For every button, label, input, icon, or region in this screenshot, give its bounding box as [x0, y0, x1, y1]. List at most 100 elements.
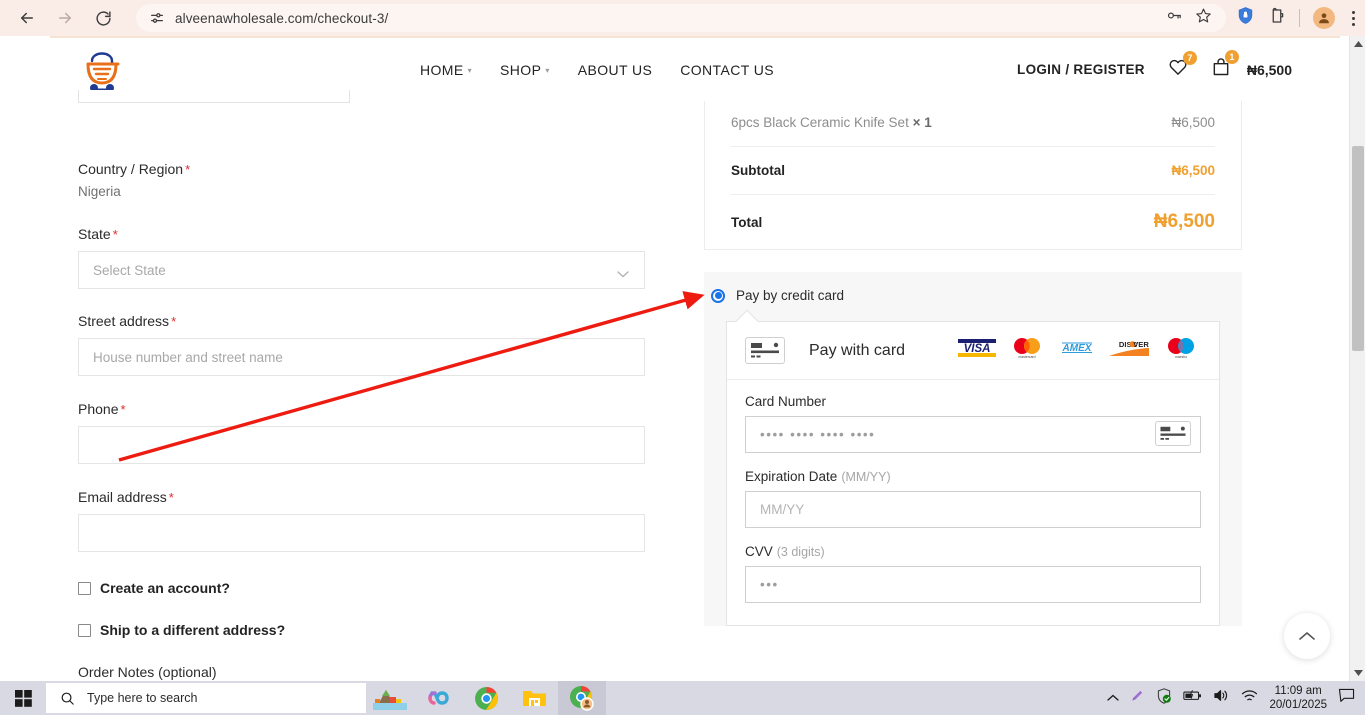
create-account-row[interactable]: Create an account? [78, 580, 645, 596]
order-item-qty: × 1 [912, 115, 932, 130]
scroll-to-top-button[interactable] [1284, 613, 1330, 659]
ship-different-label: Ship to a different address? [100, 622, 286, 638]
extensions-icon[interactable] [1268, 7, 1286, 30]
ship-different-row[interactable]: Ship to a different address? [78, 622, 645, 638]
page-viewport: HOME ▾ SHOP ▾ ABOUT US CONTACT US LOGIN … [0, 36, 1365, 681]
pen-icon[interactable] [1130, 688, 1145, 708]
url-text: alveenawholesale.com/checkout-3/ [175, 10, 389, 26]
forward-button[interactable] [50, 3, 80, 33]
security-shield-icon[interactable] [1156, 687, 1172, 709]
cart-count-badge: 1 [1224, 50, 1239, 64]
notification-center-icon[interactable] [1338, 688, 1355, 708]
svg-text:VISA: VISA [964, 343, 991, 355]
address-bar[interactable]: alveenawholesale.com/checkout-3/ [136, 4, 1226, 32]
scrollbar-up-arrow[interactable] [1350, 36, 1365, 52]
file-explorer-icon[interactable] [510, 681, 558, 715]
weather-widget-icon[interactable] [366, 681, 414, 715]
pay-with-card-title: Pay with card [809, 341, 906, 359]
card-brand-icon [1155, 421, 1191, 446]
pay-by-credit-card-option[interactable]: Pay by credit card [704, 288, 1242, 303]
order-total-row: Total ₦6,500 [731, 195, 1215, 249]
wifi-icon[interactable] [1241, 689, 1258, 708]
create-account-checkbox[interactable] [78, 581, 91, 595]
visa-icon: VISA [957, 336, 997, 365]
nav-item-contact-us[interactable]: CONTACT US [680, 62, 774, 78]
taskbar-search-box[interactable]: Type here to search [46, 683, 366, 713]
required-asterisk: * [120, 402, 126, 417]
email-address-label: Email address * [78, 489, 174, 505]
previous-field-partial[interactable] [78, 90, 350, 103]
cart-button[interactable]: 1 [1211, 50, 1239, 83]
card-number-label: Card Number [745, 394, 827, 409]
card-payment-panel-wrap: Pay with card VISA mastercard AMEX DISC … [726, 309, 1220, 626]
state-select[interactable] [78, 251, 645, 289]
nav-item-about-us[interactable]: ABOUT US [578, 62, 653, 78]
checkout-content: Country / Region * Nigeria State * Selec… [0, 90, 1340, 681]
copilot-icon[interactable] [414, 681, 462, 715]
wishlist-count-badge: 7 [1182, 51, 1197, 65]
card-number-input[interactable] [745, 416, 1201, 453]
svg-text:VER: VER [1133, 340, 1149, 349]
chrome-profile-window-icon[interactable] [558, 681, 606, 715]
taskbar-clock[interactable]: 11:09 am 20/01/2025 [1269, 684, 1327, 713]
nav-label: ABOUT US [577, 61, 653, 78]
scrollbar-thumb[interactable] [1352, 146, 1364, 351]
cvv-label: CVV (3 digits) [745, 544, 825, 559]
street-address-input[interactable] [78, 338, 645, 376]
order-subtotal-row: Subtotal ₦6,500 [731, 147, 1215, 195]
bookmark-star-icon[interactable] [1195, 7, 1212, 29]
payment-methods-section: Pay by credit card Pay with card VISA ma… [704, 272, 1242, 626]
email-input[interactable] [78, 514, 645, 552]
reload-button[interactable] [88, 3, 118, 33]
toolbar-divider [1299, 9, 1300, 27]
back-button[interactable] [12, 3, 42, 33]
shield-extension-icon[interactable] [1236, 6, 1255, 30]
amex-icon: AMEX [1057, 336, 1097, 365]
pay-by-credit-card-label: Pay by credit card [736, 288, 845, 303]
page-scrollbar[interactable] [1349, 36, 1365, 681]
expiration-date-input[interactable] [745, 491, 1201, 528]
nav-item-shop[interactable]: SHOP ▾ [500, 62, 550, 78]
expiration-hint: (MM/YY) [841, 470, 891, 484]
required-asterisk: * [112, 227, 118, 242]
cvv-input[interactable] [745, 566, 1201, 603]
volume-icon[interactable] [1213, 688, 1230, 708]
clock-date: 20/01/2025 [1269, 699, 1327, 711]
scrollbar-down-arrow[interactable] [1350, 665, 1365, 681]
expiration-wrap [745, 491, 1201, 528]
main-navigation: HOME ▾ SHOP ▾ ABOUT US CONTACT US [420, 62, 774, 78]
order-item-name: 6pcs Black Ceramic Knife Set × 1 [731, 115, 932, 130]
state-field-group: State * [78, 226, 645, 289]
passwords-icon[interactable] [1166, 7, 1183, 29]
subtotal-value: ₦6,500 [1171, 163, 1215, 178]
email-field-group: Email address * [78, 489, 645, 552]
nav-item-home[interactable]: HOME ▾ [420, 62, 472, 78]
search-icon [61, 692, 74, 705]
battery-icon[interactable] [1183, 689, 1202, 707]
login-register-link[interactable]: LOGIN / REGISTER [1017, 62, 1145, 77]
street-address-label: Street address * [78, 313, 177, 329]
required-asterisk: * [168, 490, 174, 505]
site-info-icon[interactable] [146, 7, 168, 29]
order-summary-card: 6pcs Black Ceramic Knife Set × 1 ₦6,500 … [704, 101, 1242, 250]
profile-avatar[interactable] [1313, 7, 1335, 29]
nav-label: SHOP [500, 61, 542, 78]
browser-toolbar: alveenawholesale.com/checkout-3/ [0, 0, 1365, 36]
cvv-wrap [745, 566, 1201, 603]
chrome-icon[interactable] [462, 681, 510, 715]
nav-label: HOME [420, 61, 464, 78]
chrome-menu-icon[interactable] [1348, 10, 1359, 26]
country-value: Nigeria [78, 184, 121, 199]
subtotal-label: Subtotal [731, 163, 785, 178]
pay-by-credit-card-radio[interactable] [711, 288, 725, 303]
phone-input[interactable] [78, 426, 645, 464]
cart-total-amount: ₦6,500 [1246, 61, 1292, 78]
credit-card-icon [745, 337, 785, 364]
street-field-group: Street address * [78, 313, 645, 376]
tray-expand-icon[interactable] [1107, 689, 1120, 707]
total-label: Total [731, 214, 763, 230]
wishlist-button[interactable]: 7 [1167, 51, 1197, 82]
order-notes-group: Order Notes (optional) [78, 664, 645, 681]
ship-different-checkbox[interactable] [78, 623, 91, 637]
windows-start-button[interactable] [0, 681, 46, 715]
